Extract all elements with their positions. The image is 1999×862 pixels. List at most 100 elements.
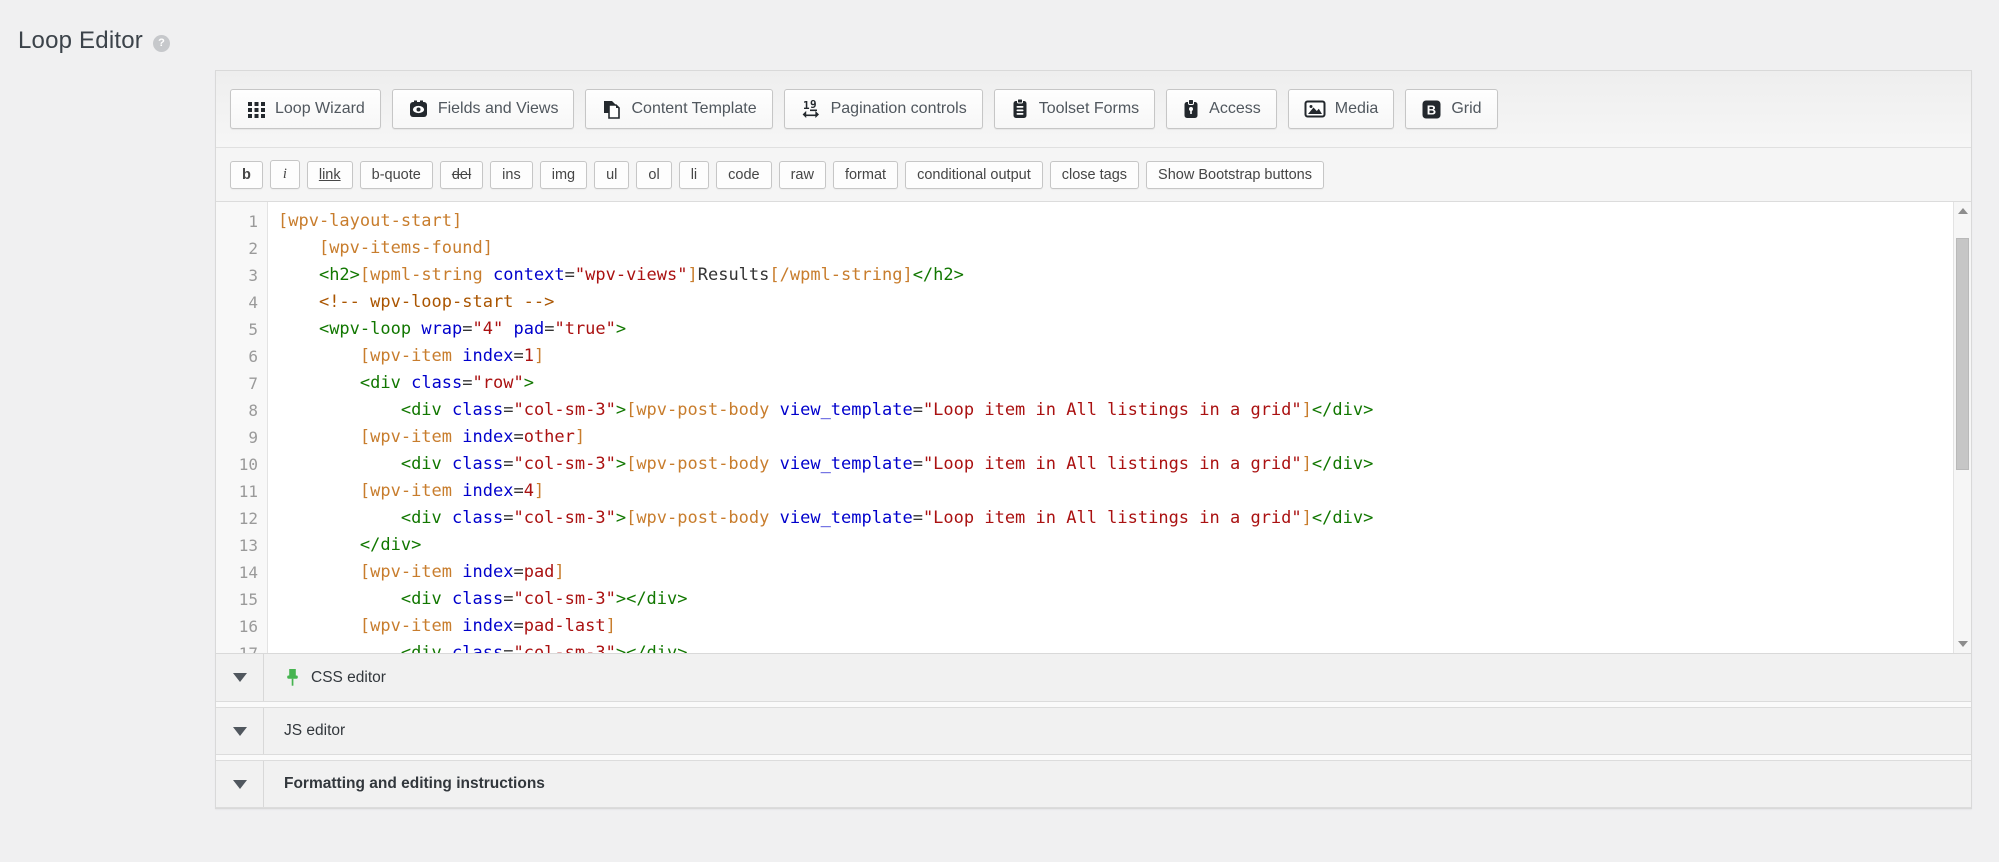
quicktag-ul-button[interactable]: ul (594, 161, 629, 189)
line-number: 14 (216, 559, 258, 586)
media-button[interactable]: Media (1288, 89, 1395, 129)
line-number: 3 (216, 262, 258, 289)
line-number: 2 (216, 235, 258, 262)
collapse-toggle[interactable] (216, 708, 264, 754)
quicktag-ol-button[interactable]: ol (636, 161, 671, 189)
toolset-forms-icon (1010, 98, 1030, 120)
line-number: 7 (216, 370, 258, 397)
line-number: 1 (216, 208, 258, 235)
line-number: 5 (216, 316, 258, 343)
content-template-button[interactable]: Content Template (585, 89, 772, 129)
quicktag-conditional-output-button[interactable]: conditional output (905, 161, 1043, 189)
section-label: JS editor (284, 722, 345, 740)
grid-icon (246, 99, 266, 119)
code-line: [wpv-item index=4] (278, 478, 1953, 505)
quicktag-raw-button[interactable]: raw (779, 161, 826, 189)
toolbar-button-label: Loop Wizard (275, 100, 365, 118)
code-line: [wpv-item index=pad-last] (278, 613, 1953, 640)
line-number: 17 (216, 640, 258, 654)
fields-and-views-button[interactable]: Fields and Views (392, 89, 575, 129)
quicktag-li-button[interactable]: li (679, 161, 709, 189)
quicktag-close-tags-button[interactable]: close tags (1050, 161, 1139, 189)
section-css-editor[interactable]: CSS editor (216, 654, 1971, 702)
quicktag-b-button[interactable]: b (230, 161, 263, 189)
page-title: Loop Editor (18, 27, 143, 55)
quicktag-show-bootstrap-buttons-button[interactable]: Show Bootstrap buttons (1146, 161, 1324, 189)
pagination-icon: 19 (800, 98, 822, 120)
code-editor[interactable]: 1234567891011121314151617 [wpv-layout-st… (216, 202, 1971, 654)
line-number: 9 (216, 424, 258, 451)
quicktag-code-button[interactable]: code (716, 161, 771, 189)
quicktags-toolbar: bilinkb-quotedelinsimgulollicoderawforma… (216, 148, 1971, 202)
collapse-toggle[interactable] (216, 761, 264, 807)
svg-text:B: B (1427, 102, 1436, 117)
code-line: [wpv-items-found] (278, 235, 1953, 262)
code-line: <div class="col-sm-3">[wpv-post-body vie… (278, 451, 1953, 478)
code-line: <div class="col-sm-3"></div> (278, 640, 1953, 653)
arrow-up-icon (1958, 208, 1968, 214)
vertical-scrollbar[interactable] (1953, 202, 1971, 653)
toolbar-primary: Loop Wizard Fields and Views Content Templ… (216, 71, 1971, 148)
code-line: [wpv-layout-start] (278, 208, 1953, 235)
svg-text:9: 9 (810, 98, 817, 111)
code-line: <div class="col-sm-3">[wpv-post-body vie… (278, 505, 1953, 532)
code-line: [wpv-item index=1] (278, 343, 1953, 370)
media-icon (1304, 99, 1326, 119)
line-number: 16 (216, 613, 258, 640)
line-number: 15 (216, 586, 258, 613)
loop-wizard-button[interactable]: Loop Wizard (230, 89, 381, 129)
help-icon[interactable]: ? (153, 35, 170, 52)
code-line: </div> (278, 532, 1953, 559)
line-number: 13 (216, 532, 258, 559)
toolbar-button-label: Pagination controls (831, 100, 967, 118)
chevron-down-icon (233, 673, 247, 682)
grid-button[interactable]: BGrid (1405, 89, 1497, 129)
bootstrap-grid-icon: B (1421, 99, 1442, 120)
chevron-down-icon (233, 727, 247, 736)
pagination-controls-button[interactable]: 19 Pagination controls (784, 89, 983, 129)
scrollbar-up-button[interactable] (1954, 202, 1971, 220)
toolbar-button-label: Access (1209, 100, 1261, 118)
quicktag-link-button[interactable]: link (307, 161, 353, 189)
code-line: <div class="row"> (278, 370, 1953, 397)
quicktag-ins-button[interactable]: ins (490, 161, 533, 189)
code-area[interactable]: [wpv-layout-start] [wpv-items-found] <h2… (268, 202, 1953, 653)
code-line: <wpv-loop wrap="4" pad="true"> (278, 316, 1953, 343)
code-line: <h2>[wpml-string context="wpv-views"]Res… (278, 262, 1953, 289)
toolbar-button-label: Media (1335, 100, 1379, 118)
section-js-editor[interactable]: JS editor (216, 707, 1971, 755)
fields-views-icon (408, 99, 429, 120)
toolbar-button-label: Content Template (631, 100, 756, 118)
chevron-down-icon (233, 780, 247, 789)
toolset-forms-button[interactable]: Toolset Forms (994, 89, 1155, 129)
line-number: 4 (216, 289, 258, 316)
quicktag-format-button[interactable]: format (833, 161, 898, 189)
scrollbar-thumb[interactable] (1956, 238, 1969, 470)
quicktag-i-button[interactable]: i (270, 160, 300, 189)
code-line: <div class="col-sm-3">[wpv-post-body vie… (278, 397, 1953, 424)
arrow-down-icon (1958, 641, 1968, 647)
line-number: 8 (216, 397, 258, 424)
code-line: [wpv-item index=other] (278, 424, 1953, 451)
line-number: 6 (216, 343, 258, 370)
page-header: Loop Editor ? (0, 0, 1999, 62)
quicktag-del-button[interactable]: del (440, 161, 483, 189)
toolbar-button-label: Toolset Forms (1039, 100, 1139, 118)
quicktag-b-quote-button[interactable]: b-quote (360, 161, 433, 189)
code-line: [wpv-item index=pad] (278, 559, 1953, 586)
toolbar-button-label: Fields and Views (438, 100, 559, 118)
quicktag-img-button[interactable]: img (540, 161, 587, 189)
pin-icon (284, 668, 301, 687)
section-formatting-and-editing-instructions[interactable]: Formatting and editing instructions (216, 760, 1971, 808)
line-number: 12 (216, 505, 258, 532)
line-number: 11 (216, 478, 258, 505)
code-line: <!-- wpv-loop-start --> (278, 289, 1953, 316)
access-button[interactable]: Access (1166, 89, 1277, 129)
collapse-toggle[interactable] (216, 654, 264, 701)
scrollbar-down-button[interactable] (1954, 635, 1971, 653)
section-label: CSS editor (311, 669, 386, 687)
access-icon (1182, 98, 1200, 120)
accordion-sections: CSS editor JS editor Formatting and editin… (216, 654, 1971, 808)
line-number-gutter: 1234567891011121314151617 (216, 202, 268, 653)
code-line: <div class="col-sm-3"></div> (278, 586, 1953, 613)
